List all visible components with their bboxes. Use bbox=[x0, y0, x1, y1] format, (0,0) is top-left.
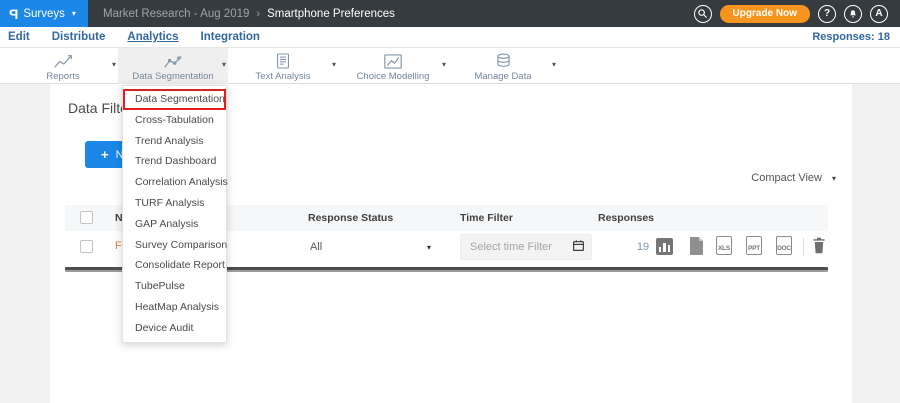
chevron-down-icon[interactable]: ▾ bbox=[332, 60, 336, 69]
avatar[interactable]: A bbox=[870, 5, 888, 23]
compact-view-label: Compact View bbox=[751, 172, 822, 184]
xls-export-icon[interactable]: XLS bbox=[716, 236, 732, 255]
calendar-icon[interactable] bbox=[572, 239, 585, 257]
response-status-select[interactable]: All bbox=[310, 241, 322, 253]
document-export-icon[interactable] bbox=[690, 237, 704, 260]
ppt-export-icon[interactable]: PPT bbox=[746, 236, 762, 255]
toolbar-item-text-analysis[interactable]: Text Analysis ▾ bbox=[228, 48, 338, 84]
chevron-down-icon[interactable]: ▾ bbox=[442, 60, 446, 69]
top-bar: P Surveys ▾ Market Research - Aug 2019 ›… bbox=[0, 0, 900, 27]
line-chart-icon bbox=[53, 53, 73, 69]
menu-item-trend-analysis[interactable]: Trend Analysis bbox=[123, 131, 226, 152]
bell-icon bbox=[848, 9, 858, 19]
upgrade-now-button[interactable]: Upgrade Now bbox=[720, 5, 810, 23]
menu-item-device-audit[interactable]: Device Audit bbox=[123, 318, 226, 339]
nav-item-analytics[interactable]: Analytics bbox=[127, 31, 178, 43]
menu-item-heatmap-analysis[interactable]: HeatMap Analysis bbox=[123, 297, 226, 318]
column-header-time-filter: Time Filter bbox=[460, 212, 513, 224]
breadcrumb-current: Smartphone Preferences bbox=[267, 8, 395, 20]
data-segmentation-menu: Data Segmentation Cross-Tabulation Trend… bbox=[122, 85, 227, 343]
chevron-down-icon[interactable]: ▾ bbox=[222, 60, 226, 69]
trash-icon bbox=[812, 237, 826, 254]
menu-item-trend-dashboard[interactable]: Trend Dashboard bbox=[123, 151, 226, 172]
column-header-responses: Responses bbox=[598, 212, 654, 224]
menu-item-gap-analysis[interactable]: GAP Analysis bbox=[123, 214, 226, 235]
menu-item-survey-comparison[interactable]: Survey Comparison bbox=[123, 235, 226, 256]
compact-view-dropdown[interactable]: Compact View ▾ bbox=[751, 172, 836, 184]
segmentation-chart-icon bbox=[163, 53, 183, 69]
analytics-toolbar: Reports ▾ Data Segmentation ▾ Text Analy… bbox=[0, 48, 900, 84]
menu-item-tubepulse[interactable]: TubePulse bbox=[123, 276, 226, 297]
search-icon bbox=[697, 8, 708, 19]
menu-item-turf-analysis[interactable]: TURF Analysis bbox=[123, 193, 226, 214]
nav-item-integration[interactable]: Integration bbox=[201, 31, 260, 43]
toolbar-item-manage-data[interactable]: Manage Data ▾ bbox=[448, 48, 558, 84]
doc-export-icon[interactable]: DOC bbox=[776, 236, 792, 255]
breadcrumb-parent[interactable]: Market Research - Aug 2019 bbox=[103, 8, 249, 20]
toolbar-item-data-segmentation[interactable]: Data Segmentation ▾ bbox=[118, 48, 228, 84]
view-report-chart-icon[interactable] bbox=[656, 238, 673, 255]
product-label: Surveys bbox=[23, 8, 65, 20]
app-window: P Surveys ▾ Market Research - Aug 2019 ›… bbox=[0, 0, 900, 403]
chevron-down-icon: ▾ bbox=[832, 174, 836, 183]
menu-item-cross-tabulation[interactable]: Cross-Tabulation bbox=[123, 110, 226, 131]
nav-item-distribute[interactable]: Distribute bbox=[52, 31, 106, 43]
chevron-down-icon: ▾ bbox=[72, 9, 76, 18]
breadcrumb: Market Research - Aug 2019 › Smartphone … bbox=[103, 8, 395, 20]
menu-item-data-segmentation[interactable]: Data Segmentation bbox=[123, 89, 226, 110]
toolbar-item-reports[interactable]: Reports ▾ bbox=[8, 48, 118, 84]
search-button[interactable] bbox=[694, 5, 712, 23]
delete-filter-button[interactable] bbox=[812, 237, 826, 259]
text-document-icon bbox=[276, 53, 290, 69]
responses-count-label: Responses: 18 bbox=[812, 31, 892, 43]
chevron-down-icon[interactable]: ▾ bbox=[427, 243, 431, 252]
menu-item-consolidate-report[interactable]: Consolidate Report bbox=[123, 255, 226, 276]
chevron-down-icon[interactable]: ▾ bbox=[552, 60, 556, 69]
row-responses-count: 19 bbox=[631, 241, 655, 253]
choice-chart-icon bbox=[384, 53, 402, 69]
row-checkbox[interactable] bbox=[80, 240, 93, 253]
column-header-response-status: Response Status bbox=[308, 212, 393, 224]
notifications-button[interactable] bbox=[844, 5, 862, 23]
plus-icon: + bbox=[101, 147, 109, 162]
survey-nav: Edit Distribute Analytics Integration Re… bbox=[0, 27, 900, 48]
select-all-checkbox[interactable] bbox=[80, 211, 93, 224]
topbar-actions: Upgrade Now ? A bbox=[694, 5, 900, 23]
questionpro-logo-icon: P bbox=[9, 6, 18, 22]
menu-item-correlation-analysis[interactable]: Correlation Analysis bbox=[123, 172, 226, 193]
toolbar-item-choice-modelling[interactable]: Choice Modelling ▾ bbox=[338, 48, 448, 84]
nav-item-edit[interactable]: Edit bbox=[8, 31, 30, 43]
database-icon bbox=[496, 53, 511, 69]
breadcrumb-separator: › bbox=[256, 8, 260, 20]
divider bbox=[803, 238, 804, 256]
help-button[interactable]: ? bbox=[818, 5, 836, 23]
surveys-product-menu[interactable]: P Surveys ▾ bbox=[0, 0, 88, 27]
chevron-down-icon[interactable]: ▾ bbox=[112, 60, 116, 69]
